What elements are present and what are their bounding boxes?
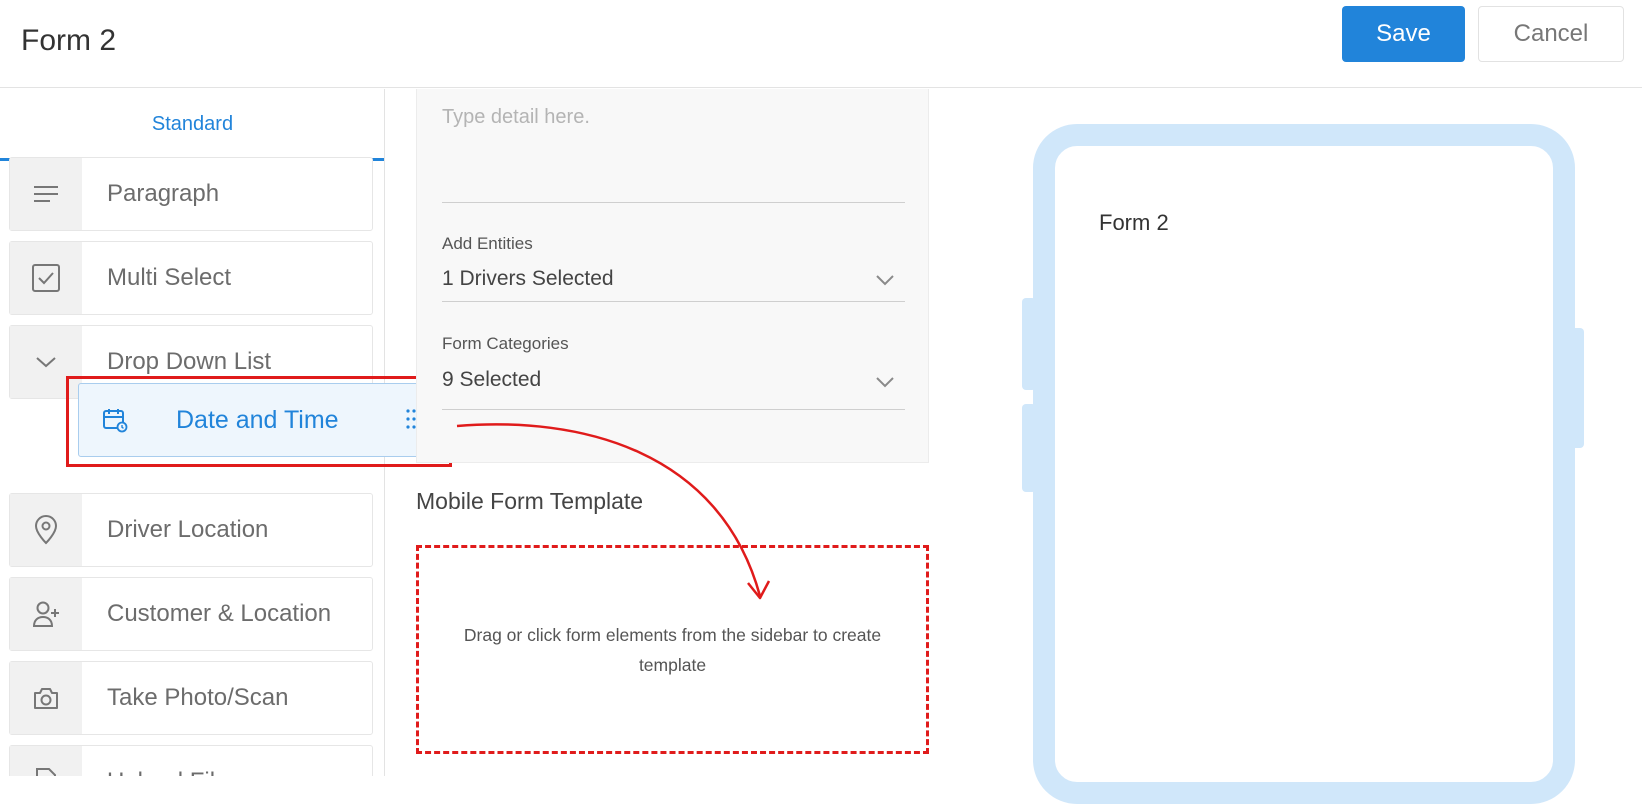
sidebar-item-paragraph[interactable]: Paragraph — [9, 157, 373, 231]
sidebar-item-label: Upload File — [107, 746, 228, 776]
add-user-icon — [10, 578, 82, 650]
sidebar-item-label: Take Photo/Scan — [107, 684, 289, 711]
sidebar-item-customer-location[interactable]: Customer & Location — [9, 577, 373, 651]
camera-icon — [10, 662, 82, 734]
calendar-clock-icon — [79, 384, 151, 456]
categories-label: Form Categories — [442, 334, 569, 353]
form-settings-panel: Type detail here. Add Entities 1 Drivers… — [416, 89, 929, 463]
details-textarea[interactable]: Type detail here. — [442, 106, 590, 129]
sidebar-item-upload-file[interactable]: Upload File — [9, 745, 373, 776]
details-underline — [442, 202, 905, 203]
dragging-item-label: Date and Time — [176, 405, 339, 434]
template-section-title: Mobile Form Template — [416, 488, 644, 514]
sidebar-item-label: Customer & Location — [107, 600, 332, 627]
top-bar: Form 2 Save Cancel — [0, 0, 1642, 88]
sidebar-item-driver-location[interactable]: Driver Location — [9, 493, 373, 567]
entities-underline — [442, 301, 905, 302]
entities-label: Add Entities — [442, 234, 533, 253]
cancel-button[interactable]: Cancel — [1478, 6, 1624, 62]
location-pin-icon — [10, 494, 82, 566]
dragging-item-date-and-time[interactable]: Date and Time — [78, 383, 443, 457]
sidebar-item-multi-select[interactable]: Multi Select — [9, 241, 373, 315]
checkbox-icon — [10, 242, 82, 314]
entities-select[interactable]: 1 Drivers Selected — [442, 267, 614, 291]
sidebar-item-label: Paragraph — [107, 180, 220, 207]
sidebar-item-take-photo-scan[interactable]: Take Photo/Scan — [9, 661, 373, 735]
template-dropzone[interactable]: Drag or click form elements from the sid… — [416, 545, 929, 754]
sidebar-item-label: Driver Location — [107, 516, 269, 543]
dropzone-hint: Drag or click form elements from the sid… — [463, 624, 882, 675]
file-icon — [10, 746, 82, 776]
categories-underline — [442, 409, 905, 410]
chevron-down-icon[interactable] — [875, 375, 895, 393]
chevron-down-icon[interactable] — [875, 273, 895, 291]
preview-form-title: Form 2 — [1099, 210, 1169, 235]
save-button[interactable]: Save — [1342, 6, 1465, 62]
drag-handle-icon[interactable] — [406, 408, 416, 435]
tab-standard[interactable]: Standard — [0, 89, 384, 161]
paragraph-icon — [10, 158, 82, 230]
page-title: Form 2 — [21, 24, 117, 57]
sidebar-item-label: Multi Select — [107, 264, 232, 291]
categories-select[interactable]: 9 Selected — [442, 368, 541, 392]
